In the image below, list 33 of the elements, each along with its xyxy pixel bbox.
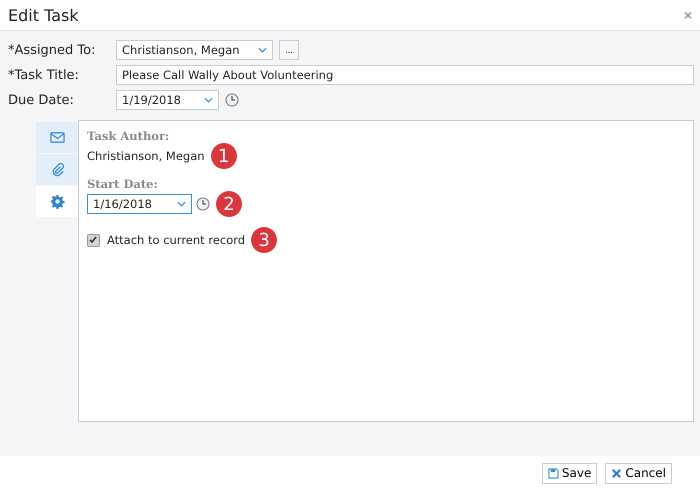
cancel-button[interactable]: Cancel [605, 462, 672, 484]
window-title: Edit Task [8, 6, 79, 24]
field-label: *Task Title: [8, 68, 80, 82]
chevron-icon [177, 201, 186, 207]
envelope-icon [50, 130, 64, 145]
field-label: Start Date: [87, 177, 159, 191]
author-name: Christianson, Megan [87, 149, 205, 163]
field-label: Due Date: [8, 92, 75, 108]
callout-badge: 3 [251, 227, 278, 253]
side-tab[interactable] [36, 154, 78, 186]
callout-badge: 1 [210, 143, 237, 169]
clock-icon[interactable] [225, 93, 239, 107]
browse-button[interactable]: ... [279, 40, 299, 60]
field-label: *Assigned To: [8, 42, 96, 58]
paperclip-icon [50, 162, 64, 177]
side-tab[interactable] [36, 122, 78, 154]
checkbox-label: Attach to current record [107, 233, 246, 247]
chevron-icon [258, 47, 267, 53]
clock-icon[interactable] [196, 197, 210, 211]
field-label: Task Author: [87, 129, 170, 143]
chevron-icon [204, 97, 213, 103]
checkmark-icon [88, 234, 98, 244]
side-tab[interactable] [36, 186, 78, 218]
date-field[interactable]: 1/16/2018 [87, 194, 192, 214]
assignee-dropdown[interactable]: Christianson, Megan [116, 40, 273, 60]
checkbox[interactable] [87, 234, 100, 246]
gear-icon [50, 194, 64, 209]
floppy-icon [548, 468, 559, 478]
save-button[interactable]: Save [542, 462, 598, 484]
title-field[interactable]: Please Call Wally About Volunteering [116, 65, 694, 85]
close-icon [611, 468, 622, 478]
callout-badge: 2 [216, 191, 242, 217]
date-field[interactable]: 1/19/2018 [116, 90, 219, 110]
